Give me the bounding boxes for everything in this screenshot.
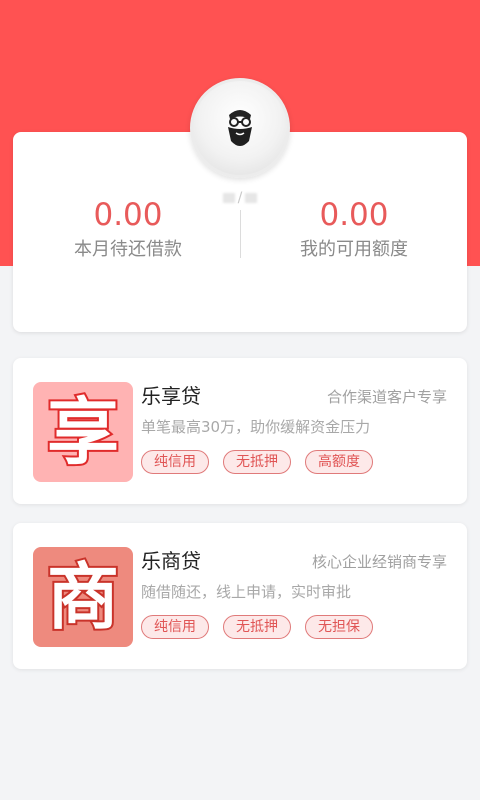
available-credit-stat[interactable]: 0.00 我的可用额度	[254, 196, 454, 264]
available-credit-value: 0.00	[319, 197, 389, 233]
product-name: 乐商贷	[141, 549, 201, 573]
tag-no-guarantee: 无担保	[305, 615, 373, 639]
product-card-leshangdai[interactable]: 商 乐商贷 核心企业经销商专享 随借随还，线上申请，实时审批 纯信用 无抵押 无…	[13, 523, 467, 669]
tag-high-limit: 高额度	[305, 450, 373, 474]
bearded-man-icon	[228, 110, 252, 146]
tag-no-collateral: 无抵押	[223, 450, 291, 474]
tag-no-collateral: 无抵押	[223, 615, 291, 639]
username-masked: /	[200, 182, 280, 214]
product-description: 随借随还，线上申请，实时审批	[141, 583, 352, 601]
product-tagline: 合作渠道客户专享	[326, 388, 447, 406]
product-card-lexiangdai[interactable]: 享 乐享贷 合作渠道客户专享 单笔最高30万，助你缓解资金压力 纯信用 无抵押 …	[13, 358, 467, 504]
shang-icon: 商	[33, 547, 133, 647]
icon-char: 享	[45, 388, 121, 476]
product-tags: 纯信用 无抵押 无担保	[141, 615, 373, 639]
pending-repayment-label: 本月待还借款	[74, 239, 182, 260]
tag-credit: 纯信用	[141, 615, 209, 639]
masked-block	[222, 193, 235, 203]
product-description: 单笔最高30万，助你缓解资金压力	[141, 418, 371, 436]
pending-repayment-value: 0.00	[93, 197, 163, 233]
product-name: 乐享贷	[141, 384, 201, 408]
product-tags: 纯信用 无抵押 高额度	[141, 450, 373, 474]
xiang-icon: 享	[33, 382, 133, 482]
icon-char: 商	[45, 553, 121, 641]
stat-divider	[240, 210, 241, 258]
avatar[interactable]	[190, 78, 290, 178]
available-credit-label: 我的可用额度	[300, 239, 408, 260]
username-text: /	[237, 190, 243, 206]
tag-credit: 纯信用	[141, 450, 209, 474]
masked-block	[245, 193, 258, 203]
pending-repayment-stat[interactable]: 0.00 本月待还借款	[28, 196, 228, 264]
product-tagline: 核心企业经销商专享	[311, 553, 447, 571]
